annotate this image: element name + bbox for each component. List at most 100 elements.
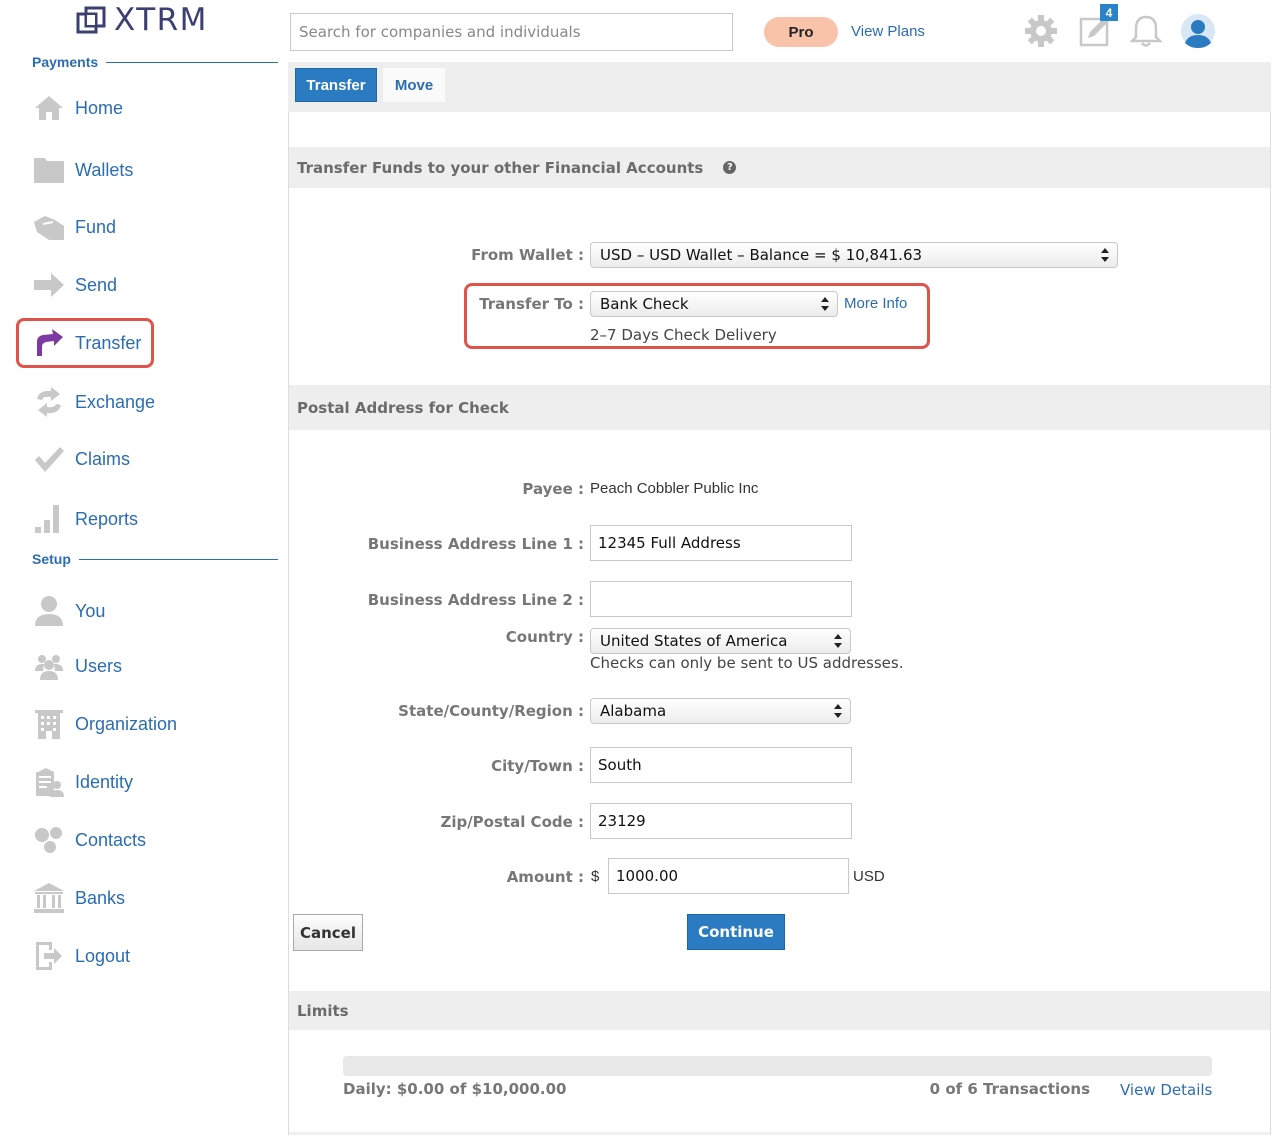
from-wallet-select[interactable]: USD – USD Wallet – Balance = $ 10,841.63 <box>590 242 1118 268</box>
sidebar-item-label: Claims <box>75 448 131 469</box>
address-section-title: Postal Address for Check <box>297 398 509 417</box>
exchange-icon <box>33 386 65 418</box>
sidebar-item-claims[interactable]: Claims <box>33 443 130 475</box>
payee-value: Peach Cobbler Public Inc <box>590 480 759 497</box>
sidebar-item-wallets[interactable]: Wallets <box>33 154 133 186</box>
cancel-button[interactable]: Cancel <box>293 914 363 951</box>
limits-section-title: Limits <box>297 1001 349 1020</box>
sidebar-item-home[interactable]: Home <box>33 92 123 124</box>
amount-currency-symbol: $ <box>591 868 600 885</box>
address1-input[interactable] <box>590 525 852 561</box>
zip-label: Zip/Postal Code : <box>440 813 584 831</box>
edit-notes-icon[interactable]: 4 <box>1076 4 1118 50</box>
transfer-section-header: Transfer Funds to your other Financial A… <box>289 147 1270 188</box>
transfer-arrow-icon <box>33 327 65 359</box>
sidebar-item-identity[interactable]: Identity <box>33 766 133 798</box>
sidebar-item-exchange[interactable]: Exchange <box>33 386 155 418</box>
amount-input[interactable] <box>608 858 849 894</box>
sidebar-item-organization[interactable]: Organization <box>33 708 177 740</box>
checkmark-icon <box>33 443 65 475</box>
sidebar-item-reports[interactable]: Reports <box>33 503 138 535</box>
brand-name: XTRM <box>114 2 208 38</box>
user-avatar-icon[interactable] <box>1179 12 1217 50</box>
send-arrow-icon <box>33 269 65 301</box>
daily-limit-progress-bar <box>343 1056 1212 1076</box>
city-input[interactable] <box>590 747 852 783</box>
notifications-count-badge: 4 <box>1100 4 1118 21</box>
address2-label: Business Address Line 2 : <box>367 591 584 609</box>
select-arrows-icon <box>834 634 842 648</box>
country-value: United States of America <box>600 632 788 650</box>
payee-label: Payee : <box>522 480 584 498</box>
select-arrows-icon <box>1101 248 1109 262</box>
state-value: Alabama <box>600 702 667 720</box>
sidebar-item-label: Send <box>75 274 118 295</box>
select-arrows-icon <box>834 704 842 718</box>
city-label: City/Town : <box>491 757 584 775</box>
setup-divider <box>78 558 278 560</box>
contacts-icon <box>33 824 65 856</box>
state-label: State/County/Region : <box>398 702 584 720</box>
setup-heading-label: Setup <box>32 551 71 567</box>
sidebar-item-label: Banks <box>75 887 126 908</box>
continue-button[interactable]: Continue <box>687 914 785 950</box>
country-select[interactable]: United States of America <box>590 628 851 654</box>
zip-input[interactable] <box>590 803 852 839</box>
building-icon <box>33 708 65 740</box>
setup-heading: Setup <box>32 551 278 567</box>
sidebar-item-label: Organization <box>75 713 178 734</box>
tab-transfer[interactable]: Transfer <box>295 68 377 102</box>
xtrm-logo[interactable]: XTRM <box>76 2 208 38</box>
sidebar-item-contacts[interactable]: Contacts <box>33 824 146 856</box>
amount-label: Amount : <box>506 868 584 886</box>
sidebar-item-label: Users <box>75 655 123 676</box>
more-info-link[interactable]: More Info <box>844 295 907 312</box>
transfer-to-select[interactable]: Bank Check <box>590 291 838 317</box>
person-icon <box>33 595 65 627</box>
fund-icon <box>33 211 65 243</box>
state-select[interactable]: Alabama <box>590 698 851 724</box>
payments-heading: Payments <box>32 54 278 70</box>
sidebar-item-users[interactable]: Users <box>33 650 122 682</box>
daily-limit-text: Daily: $0.00 of $10,000.00 <box>343 1080 567 1098</box>
amount-currency: USD <box>853 868 885 885</box>
address2-input[interactable] <box>590 581 852 617</box>
folder-icon <box>33 154 65 186</box>
gear-icon[interactable] <box>1022 12 1060 50</box>
view-plans-link[interactable]: View Plans <box>851 23 925 40</box>
help-icon[interactable]: ? <box>723 161 737 174</box>
bar-chart-icon <box>33 503 65 535</box>
bank-icon <box>33 882 65 914</box>
transactions-count-text: 0 of 6 Transactions <box>929 1080 1090 1098</box>
sidebar-item-label: Fund <box>75 216 117 237</box>
payments-divider <box>106 61 278 63</box>
sidebar-item-label: Contacts <box>75 829 147 850</box>
tab-move[interactable]: Move <box>383 68 445 102</box>
search-input[interactable] <box>290 13 733 51</box>
sidebar-item-banks[interactable]: Banks <box>33 882 125 914</box>
payments-heading-label: Payments <box>32 54 99 70</box>
xtrm-logo-icon <box>76 5 106 35</box>
from-wallet-value: USD – USD Wallet – Balance = $ 10,841.63 <box>600 246 923 264</box>
transfer-to-value: Bank Check <box>600 295 689 313</box>
sidebar-item-fund[interactable]: Fund <box>33 211 116 243</box>
sidebar-item-label: Exchange <box>75 391 156 412</box>
logout-icon <box>33 940 65 972</box>
limits-section-header: Limits <box>289 991 1270 1030</box>
sidebar-item-label: You <box>75 600 106 621</box>
tab-content-spacer <box>289 112 1270 147</box>
sidebar-item-you[interactable]: You <box>33 595 105 627</box>
country-note: Checks can only be sent to US addresses. <box>590 654 904 672</box>
sidebar-item-label: Identity <box>75 771 134 792</box>
sidebar-item-send[interactable]: Send <box>33 269 117 301</box>
view-details-link[interactable]: View Details <box>1120 1081 1212 1099</box>
country-label: Country : <box>505 628 584 646</box>
sidebar-item-logout[interactable]: Logout <box>33 940 130 972</box>
bell-icon[interactable] <box>1127 12 1165 50</box>
pro-badge[interactable]: Pro <box>764 17 838 47</box>
home-icon <box>33 92 65 124</box>
address1-label: Business Address Line 1 : <box>367 535 584 553</box>
sidebar-item-label: Logout <box>75 945 131 966</box>
select-arrows-icon <box>821 297 829 311</box>
sidebar-item-transfer[interactable]: Transfer <box>33 327 141 359</box>
